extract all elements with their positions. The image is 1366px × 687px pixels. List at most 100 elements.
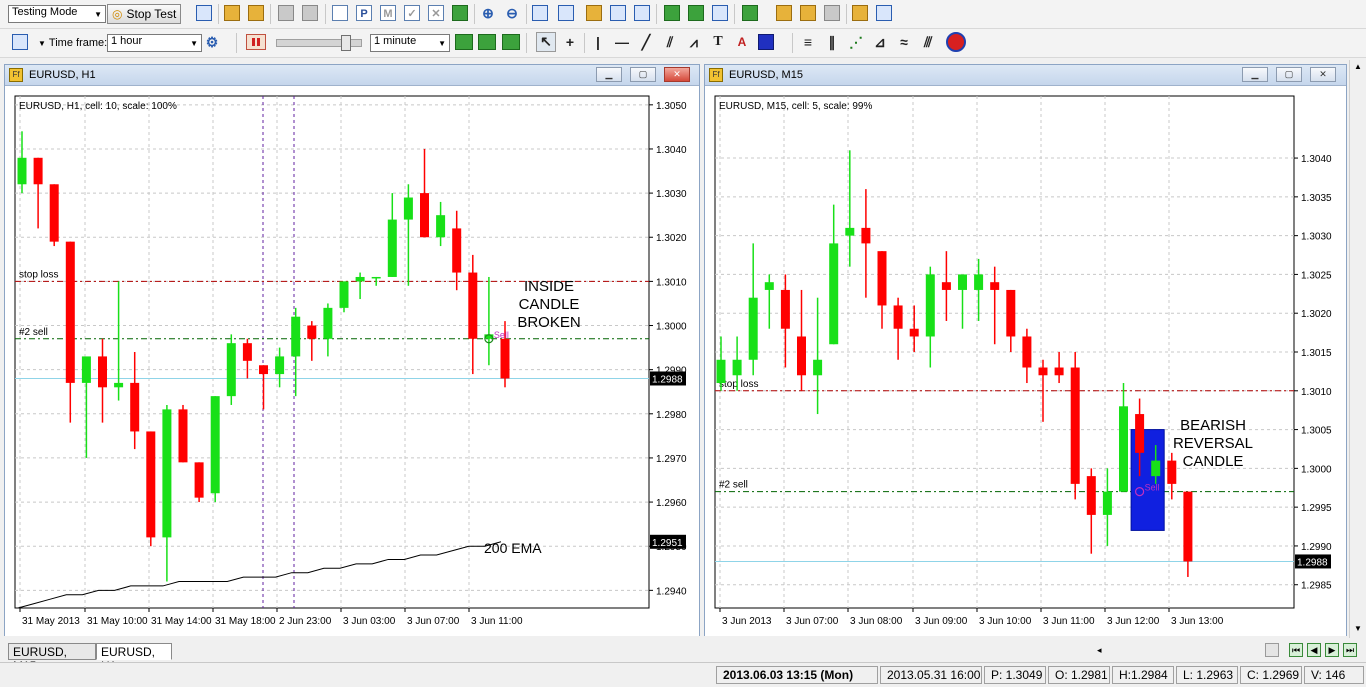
candle-body xyxy=(909,328,919,337)
check-icon[interactable]: ✓ xyxy=(404,5,420,21)
dollar-icon[interactable] xyxy=(586,5,602,21)
text-icon[interactable]: T xyxy=(710,34,726,50)
maximize-button[interactable]: ▢ xyxy=(630,67,656,82)
chart-window-titlebar[interactable]: Ff EURUSD, H1 ▁ ▢ ✕ xyxy=(5,65,699,86)
candle-body xyxy=(194,462,204,498)
delete-icon[interactable]: ✕ xyxy=(428,5,444,21)
angle-line-icon[interactable]: ⩘ xyxy=(686,34,702,50)
scroll-thumb[interactable] xyxy=(1265,643,1279,657)
grid-icon[interactable] xyxy=(610,5,626,21)
fan-icon[interactable]: ⋰ xyxy=(848,34,864,50)
candle-body xyxy=(468,272,478,339)
chart-window-titlebar[interactable]: Ff EURUSD, M15 ▁ ▢ ✕ xyxy=(705,65,1346,86)
new-document-icon[interactable] xyxy=(332,5,348,21)
bar-step-3-icon[interactable] xyxy=(502,34,520,50)
candle-chart-icon[interactable] xyxy=(558,5,574,21)
y-tick-label: 1.2985 xyxy=(1301,581,1332,592)
x-tick-label: 3 Jun 13:00 xyxy=(1171,616,1224,627)
pause-button[interactable] xyxy=(246,34,266,50)
candle-body xyxy=(716,359,726,384)
price-chart[interactable]: 1.3050 1.3040 1.3030 1.3020 1.3010 1.3000 1.29… xyxy=(5,86,699,636)
period-icon[interactable] xyxy=(12,34,28,50)
minimize-button[interactable]: ▁ xyxy=(596,67,622,82)
prev-bar-icon[interactable]: ◀ xyxy=(1307,643,1321,657)
properties-icon[interactable]: P xyxy=(356,5,372,21)
shapes-icon[interactable] xyxy=(758,34,774,50)
bars-icon[interactable] xyxy=(688,5,704,21)
indicators-icon[interactable] xyxy=(742,5,758,21)
open-folder-icon[interactable] xyxy=(224,5,240,21)
x-tick-label: 31 May 18:00 xyxy=(215,616,276,627)
zoom-in-icon[interactable]: ⊕ xyxy=(480,5,496,21)
y-tick-label: 1.3000 xyxy=(656,322,687,333)
settings-icon[interactable]: ⚙ xyxy=(204,34,220,50)
minimize-button[interactable]: ▁ xyxy=(1242,67,1268,82)
close-button[interactable]: ✕ xyxy=(1310,67,1336,82)
channel-icon[interactable]: ⫽ xyxy=(662,34,678,50)
chart-window-eurusd-m15[interactable]: Ff EURUSD, M15 ▁ ▢ ✕ 1.3040 1.3035 1.3030 1… xyxy=(704,64,1347,636)
candle-body xyxy=(764,282,774,290)
candle-body xyxy=(259,365,268,375)
y-tick-label: 1.2980 xyxy=(656,410,687,421)
y-tick-label: 1.3030 xyxy=(656,189,687,200)
update-icon[interactable] xyxy=(452,5,468,21)
last-bar-icon[interactable]: ⏭ xyxy=(1343,643,1357,657)
vertical-scrollbar[interactable]: ▲ ▼ xyxy=(1349,60,1366,638)
testing-mode-select[interactable]: Testing Mode ▼ xyxy=(8,5,106,23)
scroll-left-icon[interactable]: ◂ xyxy=(1097,645,1105,656)
vertical-line-icon[interactable]: | xyxy=(590,34,606,50)
arrows-icon[interactable]: ⫻ xyxy=(920,34,936,50)
paste-icon[interactable] xyxy=(302,5,318,21)
x-tick-label: 3 Jun 12:00 xyxy=(1107,616,1160,627)
close-button[interactable]: ✕ xyxy=(664,67,690,82)
speed-select[interactable]: 1 minute ▼ xyxy=(370,34,450,52)
terminal-icon[interactable] xyxy=(852,5,868,21)
bar-step-icon[interactable] xyxy=(455,34,473,50)
maximize-button[interactable]: ▢ xyxy=(1276,67,1302,82)
market-icon[interactable]: M xyxy=(380,5,396,21)
first-bar-icon[interactable]: ⏮ xyxy=(1289,643,1303,657)
chart-annotation-line: REVERSAL xyxy=(1173,435,1253,452)
stop-test-button[interactable]: ◎ Stop Test xyxy=(107,4,182,24)
next-bar-icon[interactable]: ▶ xyxy=(1325,643,1339,657)
current-price-label: 1.2988 xyxy=(1297,557,1328,568)
copy-icon[interactable] xyxy=(278,5,294,21)
candles-icon[interactable] xyxy=(712,5,728,21)
trendline-icon[interactable]: ╱ xyxy=(638,34,654,50)
window-icon[interactable] xyxy=(634,5,650,21)
timeframe-select[interactable]: 1 hour ▼ xyxy=(107,34,202,52)
zoom-out-icon[interactable]: ⊖ xyxy=(504,5,520,21)
gann-icon[interactable]: ⊿ xyxy=(872,34,888,50)
scroll-down-icon[interactable]: ▼ xyxy=(1352,624,1364,636)
sell-order-label: #2 sell xyxy=(19,327,48,338)
pitchfork-icon[interactable]: ≈ xyxy=(896,34,912,50)
candle-body xyxy=(178,409,188,463)
bar-step-2-icon[interactable] xyxy=(478,34,496,50)
fibo-icon[interactable]: ≡ xyxy=(800,34,816,50)
scroll-up-icon[interactable]: ▲ xyxy=(1352,62,1364,74)
list-icon[interactable] xyxy=(876,5,892,21)
profiles-icon[interactable] xyxy=(248,5,264,21)
candle-body xyxy=(65,241,75,383)
cycle-lines-icon[interactable]: ∥ xyxy=(824,34,840,50)
chart-annotation-line: CANDLE xyxy=(519,296,580,313)
tab-eurusd-m15[interactable]: EURUSD, M15 xyxy=(8,643,96,673)
camera-icon[interactable] xyxy=(824,5,840,21)
cursor-icon[interactable]: ↖ xyxy=(536,32,556,52)
candle-body xyxy=(1183,491,1193,562)
y-tick-label: 1.2990 xyxy=(1301,542,1332,553)
candle-body xyxy=(893,305,903,329)
bar-chart-icon[interactable] xyxy=(532,5,548,21)
magnet-icon[interactable] xyxy=(946,32,966,52)
edit-icon[interactable] xyxy=(196,5,212,21)
tab-eurusd-h1[interactable]: EURUSD, H1 xyxy=(96,643,172,673)
crosshair-icon[interactable]: + xyxy=(562,34,578,50)
horizontal-line-icon[interactable]: — xyxy=(614,34,630,50)
text-label-icon[interactable]: A xyxy=(734,34,750,50)
chart-window-eurusd-h1[interactable]: Ff EURUSD, H1 ▁ ▢ ✕ 1.3050 1.3040 1.3030 1.… xyxy=(4,64,700,636)
price-chart[interactable]: 1.3040 1.3035 1.3030 1.3025 1.3020 1.3015 1.30… xyxy=(705,86,1346,636)
speed-slider[interactable] xyxy=(276,35,362,51)
brush-icon[interactable] xyxy=(800,5,816,21)
line-chart-icon[interactable] xyxy=(664,5,680,21)
experts-icon[interactable] xyxy=(776,5,792,21)
